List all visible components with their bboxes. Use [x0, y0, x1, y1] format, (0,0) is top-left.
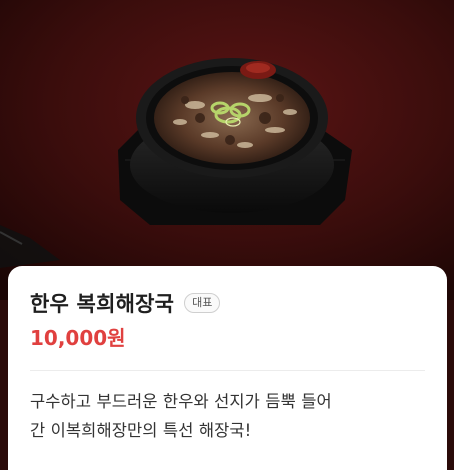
title-row: 한우 복희해장국 대표 — [30, 286, 425, 320]
menu-photo — [0, 0, 454, 300]
menu-title: 한우 복희해장국 — [30, 292, 175, 316]
menu-price: 10,000원 — [30, 326, 126, 350]
representative-badge: 대표 — [184, 293, 221, 313]
menu-info-card: 한우 복희해장국 대표 10,000원 구수하고 부드러운 한우와 선지가 듬뿍… — [8, 266, 447, 470]
menu-description: 구수하고 부드러운 한우와 선지가 듬뿍 들어 간 이복희해장만의 특선 해장국… — [30, 392, 332, 440]
divider — [30, 370, 425, 371]
menu-detail-screen: 한우 복희해장국 대표 10,000원 구수하고 부드러운 한우와 선지가 듬뿍… — [0, 0, 454, 470]
